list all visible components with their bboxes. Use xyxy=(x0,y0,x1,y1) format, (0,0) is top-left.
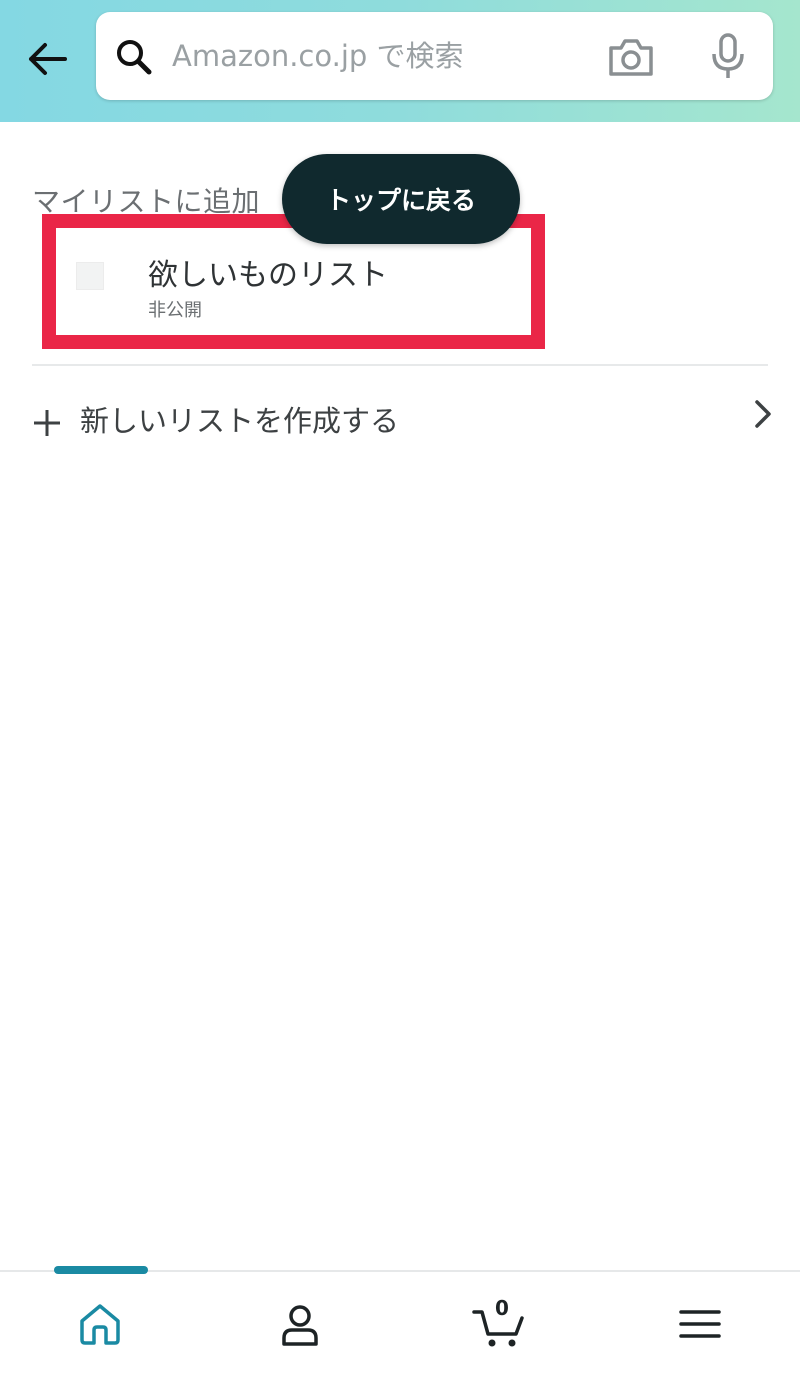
menu-icon xyxy=(679,1310,721,1338)
list-thumbnail xyxy=(76,262,104,290)
search-bar[interactable] xyxy=(96,12,773,100)
cart-count-badge: 0 xyxy=(495,1296,509,1320)
account-icon xyxy=(282,1305,318,1346)
search-icon xyxy=(117,40,152,75)
search-input[interactable] xyxy=(172,34,592,78)
top-header xyxy=(0,0,800,122)
microphone-icon[interactable] xyxy=(708,32,748,82)
active-tab-indicator xyxy=(54,1266,148,1274)
list-name: 欲しいものリスト xyxy=(148,258,388,293)
nav-account-button[interactable] xyxy=(270,1294,330,1354)
back-to-top-button[interactable]: トップに戻る xyxy=(282,154,520,244)
divider xyxy=(32,364,768,366)
nav-home-button[interactable] xyxy=(70,1294,130,1354)
nav-menu-button[interactable] xyxy=(670,1294,730,1354)
arrow-left-icon xyxy=(29,43,67,75)
home-icon xyxy=(80,1304,120,1345)
bottom-nav: 0 xyxy=(0,1266,800,1373)
list-visibility: 非公開 xyxy=(148,300,202,321)
nav-cart-button[interactable]: 0 xyxy=(470,1294,530,1354)
create-list-button[interactable]: 新しいリストを作成する xyxy=(22,382,782,454)
back-button[interactable] xyxy=(18,34,76,84)
camera-icon[interactable] xyxy=(606,36,656,78)
chevron-right-icon xyxy=(755,400,771,428)
create-list-label: 新しいリストを作成する xyxy=(80,404,400,438)
plus-icon xyxy=(34,410,60,436)
